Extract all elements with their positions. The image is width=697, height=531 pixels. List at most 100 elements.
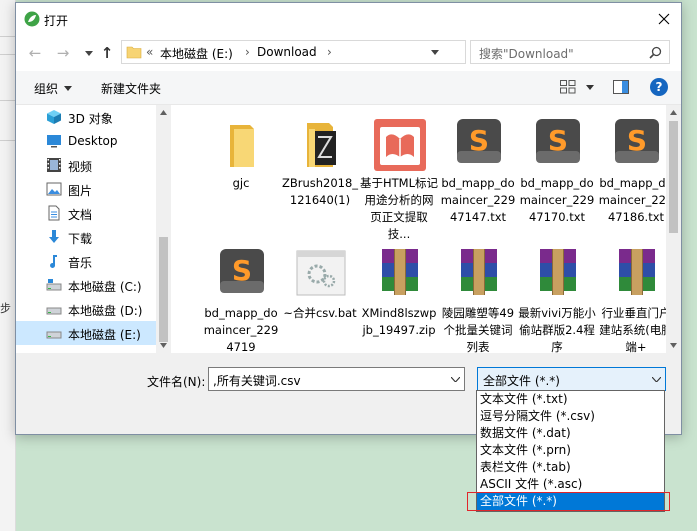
file-list-scrollbar[interactable] [666, 105, 681, 353]
file-name: bd_mapp_domaincer_22947186.txt [598, 176, 674, 224]
file-item[interactable]: gjc [202, 111, 280, 241]
help-button[interactable]: ? [650, 78, 668, 96]
nav-item-downloads[interactable]: 下载 [16, 225, 156, 249]
nav-item-label: 本地磁盘 (D:) [68, 304, 143, 318]
filetype-option-csv[interactable]: 逗号分隔文件 (*.csv) [477, 408, 664, 425]
file-item[interactable]: S bd_mapp_domaincer_22947186.txt [597, 111, 675, 241]
search-box[interactable]: 搜索"Download" [470, 40, 670, 64]
rar-archive-icon [382, 249, 418, 295]
file-name: XMind8lszwpjb_19497.zip [361, 306, 437, 337]
file-item[interactable]: S bd_mapp_domaincer_22947170.txt [518, 111, 596, 241]
nav-item-drive-c[interactable]: 本地磁盘 (C:) [16, 273, 156, 297]
close-button[interactable] [648, 7, 680, 31]
nav-item-music[interactable]: 音乐 [16, 249, 156, 273]
filename-value[interactable]: ,所有关键词.csv [213, 372, 301, 389]
desktop-icon [47, 135, 61, 148]
filetype-option-prn[interactable]: 文本文件 (*.prn) [477, 442, 664, 459]
arrow-up-icon: ↑ [100, 44, 114, 62]
back-button[interactable]: ← [24, 42, 46, 64]
filetype-option-dat[interactable]: 数据文件 (*.dat) [477, 425, 664, 442]
chevron-down-icon [85, 50, 93, 56]
nav-item-label: 3D 对象 [68, 112, 113, 126]
overflow-chevron[interactable]: « [146, 45, 153, 59]
file-item[interactable]: ZBrush2018_121640(1) [281, 111, 359, 241]
search-icon [649, 46, 662, 59]
search-input[interactable]: 搜索"Download" [479, 45, 574, 62]
file-item[interactable]: 最新vivi万能小偷站群版2.4程序 [518, 241, 596, 353]
file-item[interactable]: 陵园雕塑等49个批量关键词列表 [439, 241, 517, 353]
filename-field[interactable]: ,所有关键词.csv [208, 367, 465, 391]
rar-archive-icon [619, 249, 655, 295]
file-item[interactable]: S bd_mapp_domaincer_22947147.txt [439, 111, 517, 241]
file-item[interactable]: XMind8lszwpjb_19497.zip [360, 241, 438, 353]
filetype-option-asc[interactable]: ASCII 文件 (*.asc) [477, 476, 664, 493]
downloads-icon [49, 230, 59, 243]
nav-item-label: 下载 [68, 232, 93, 246]
file-item[interactable]: 基于HTML标记用途分析的网页正文提取技... [360, 111, 438, 241]
up-button[interactable]: ↑ [96, 42, 118, 64]
file-name: 基于HTML标记用途分析的网页正文提取技... [360, 176, 439, 241]
file-name: ZBrush2018_121640(1) [281, 176, 359, 207]
nav-item-documents[interactable]: 文档 [16, 201, 156, 225]
drive-icon [46, 279, 62, 291]
forward-button[interactable]: → [52, 42, 74, 64]
3d-objects-icon [47, 110, 61, 124]
address-dropdown-button[interactable] [427, 44, 443, 60]
nav-item-drive-e[interactable]: 本地磁盘 (E:) [16, 321, 156, 345]
sublime-text-icon: S [457, 119, 501, 163]
nav-item-label: 图片 [68, 184, 93, 198]
preview-pane-button[interactable] [613, 80, 629, 97]
nav-item-label: Desktop [68, 134, 118, 148]
file-item[interactable]: ~合并csv.bat [281, 241, 359, 353]
file-name: bd_mapp_domaincer_2294719 [203, 306, 279, 353]
filetype-option-txt[interactable]: 文本文件 (*.txt) [477, 391, 664, 408]
nav-item-label: 视频 [68, 160, 93, 174]
command-toolbar: 组织 新建文件夹 ? [16, 71, 681, 105]
nav-scrollbar-thumb[interactable] [159, 237, 168, 342]
music-icon [50, 255, 57, 268]
file-list-scrollbar-thumb[interactable] [669, 121, 678, 233]
breadcrumb-drive[interactable]: 本地磁盘 (E:) [160, 45, 233, 62]
rar-archive-icon [540, 249, 576, 295]
nav-item-desktop[interactable]: Desktop [16, 129, 156, 153]
documents-icon [48, 205, 60, 221]
nav-item-videos[interactable]: 视频 [16, 153, 156, 177]
nav-item-label: 文档 [68, 208, 93, 222]
preview-pane-icon [613, 80, 629, 94]
breadcrumb-download[interactable]: Download [257, 45, 317, 59]
nav-item-3d-objects[interactable]: 3D 对象 [16, 105, 156, 129]
new-folder-button[interactable]: 新建文件夹 [101, 80, 161, 97]
filetype-dropdown-arrow[interactable] [646, 368, 666, 390]
view-options-button[interactable] [560, 80, 594, 94]
filename-history-button[interactable] [445, 368, 465, 390]
file-name: gjc [232, 176, 250, 190]
address-bar[interactable]: « 本地磁盘 (E:) › Download › [121, 40, 561, 64]
scroll-down-icon [160, 343, 167, 348]
chevron-down-icon [586, 84, 594, 90]
view-grid-icon [560, 80, 576, 94]
nav-item-drive-d[interactable]: 本地磁盘 (D:) [16, 297, 156, 321]
chevron-down-icon [431, 49, 439, 55]
file-item[interactable]: 行业垂直门户建站系统(电脑端+ [597, 241, 675, 353]
sublime-text-icon: S [536, 119, 580, 163]
background-window-edge [0, 0, 16, 531]
file-name: bd_mapp_domaincer_22947147.txt [440, 176, 516, 224]
svg-text:S: S [469, 124, 489, 157]
pictures-icon [46, 182, 62, 196]
filename-label: 文件名(N): [147, 375, 206, 389]
open-file-dialog: 打开 ← → ↑ « 本地磁盘 (E:) › Download › 搜索"Dow… [15, 2, 682, 435]
highlight-annotation-box [467, 492, 670, 511]
file-item[interactable]: S bd_mapp_domaincer_2294719 [202, 241, 280, 353]
nav-item-pictures[interactable]: 图片 [16, 177, 156, 201]
breadcrumb-separator[interactable]: › [245, 45, 250, 59]
filetype-selected: 全部文件 (*.*) [483, 374, 560, 388]
nav-item-label: 音乐 [68, 256, 93, 270]
organize-button[interactable]: 组织 [34, 80, 73, 97]
file-name: 陵园雕塑等49个批量关键词列表 [441, 306, 515, 353]
filetype-option-tab[interactable]: 表栏文件 (*.tab) [477, 459, 664, 476]
filetype-dropdown[interactable]: 全部文件 (*.*) [477, 367, 666, 391]
nav-scrollbar[interactable] [156, 105, 171, 353]
file-list: gjc ZBrush2018_121640(1) 基于HTML标记用途分析的网页… [172, 105, 681, 353]
breadcrumb-separator[interactable]: › [327, 45, 332, 59]
nav-item-label: 本地磁盘 (C:) [68, 280, 142, 294]
